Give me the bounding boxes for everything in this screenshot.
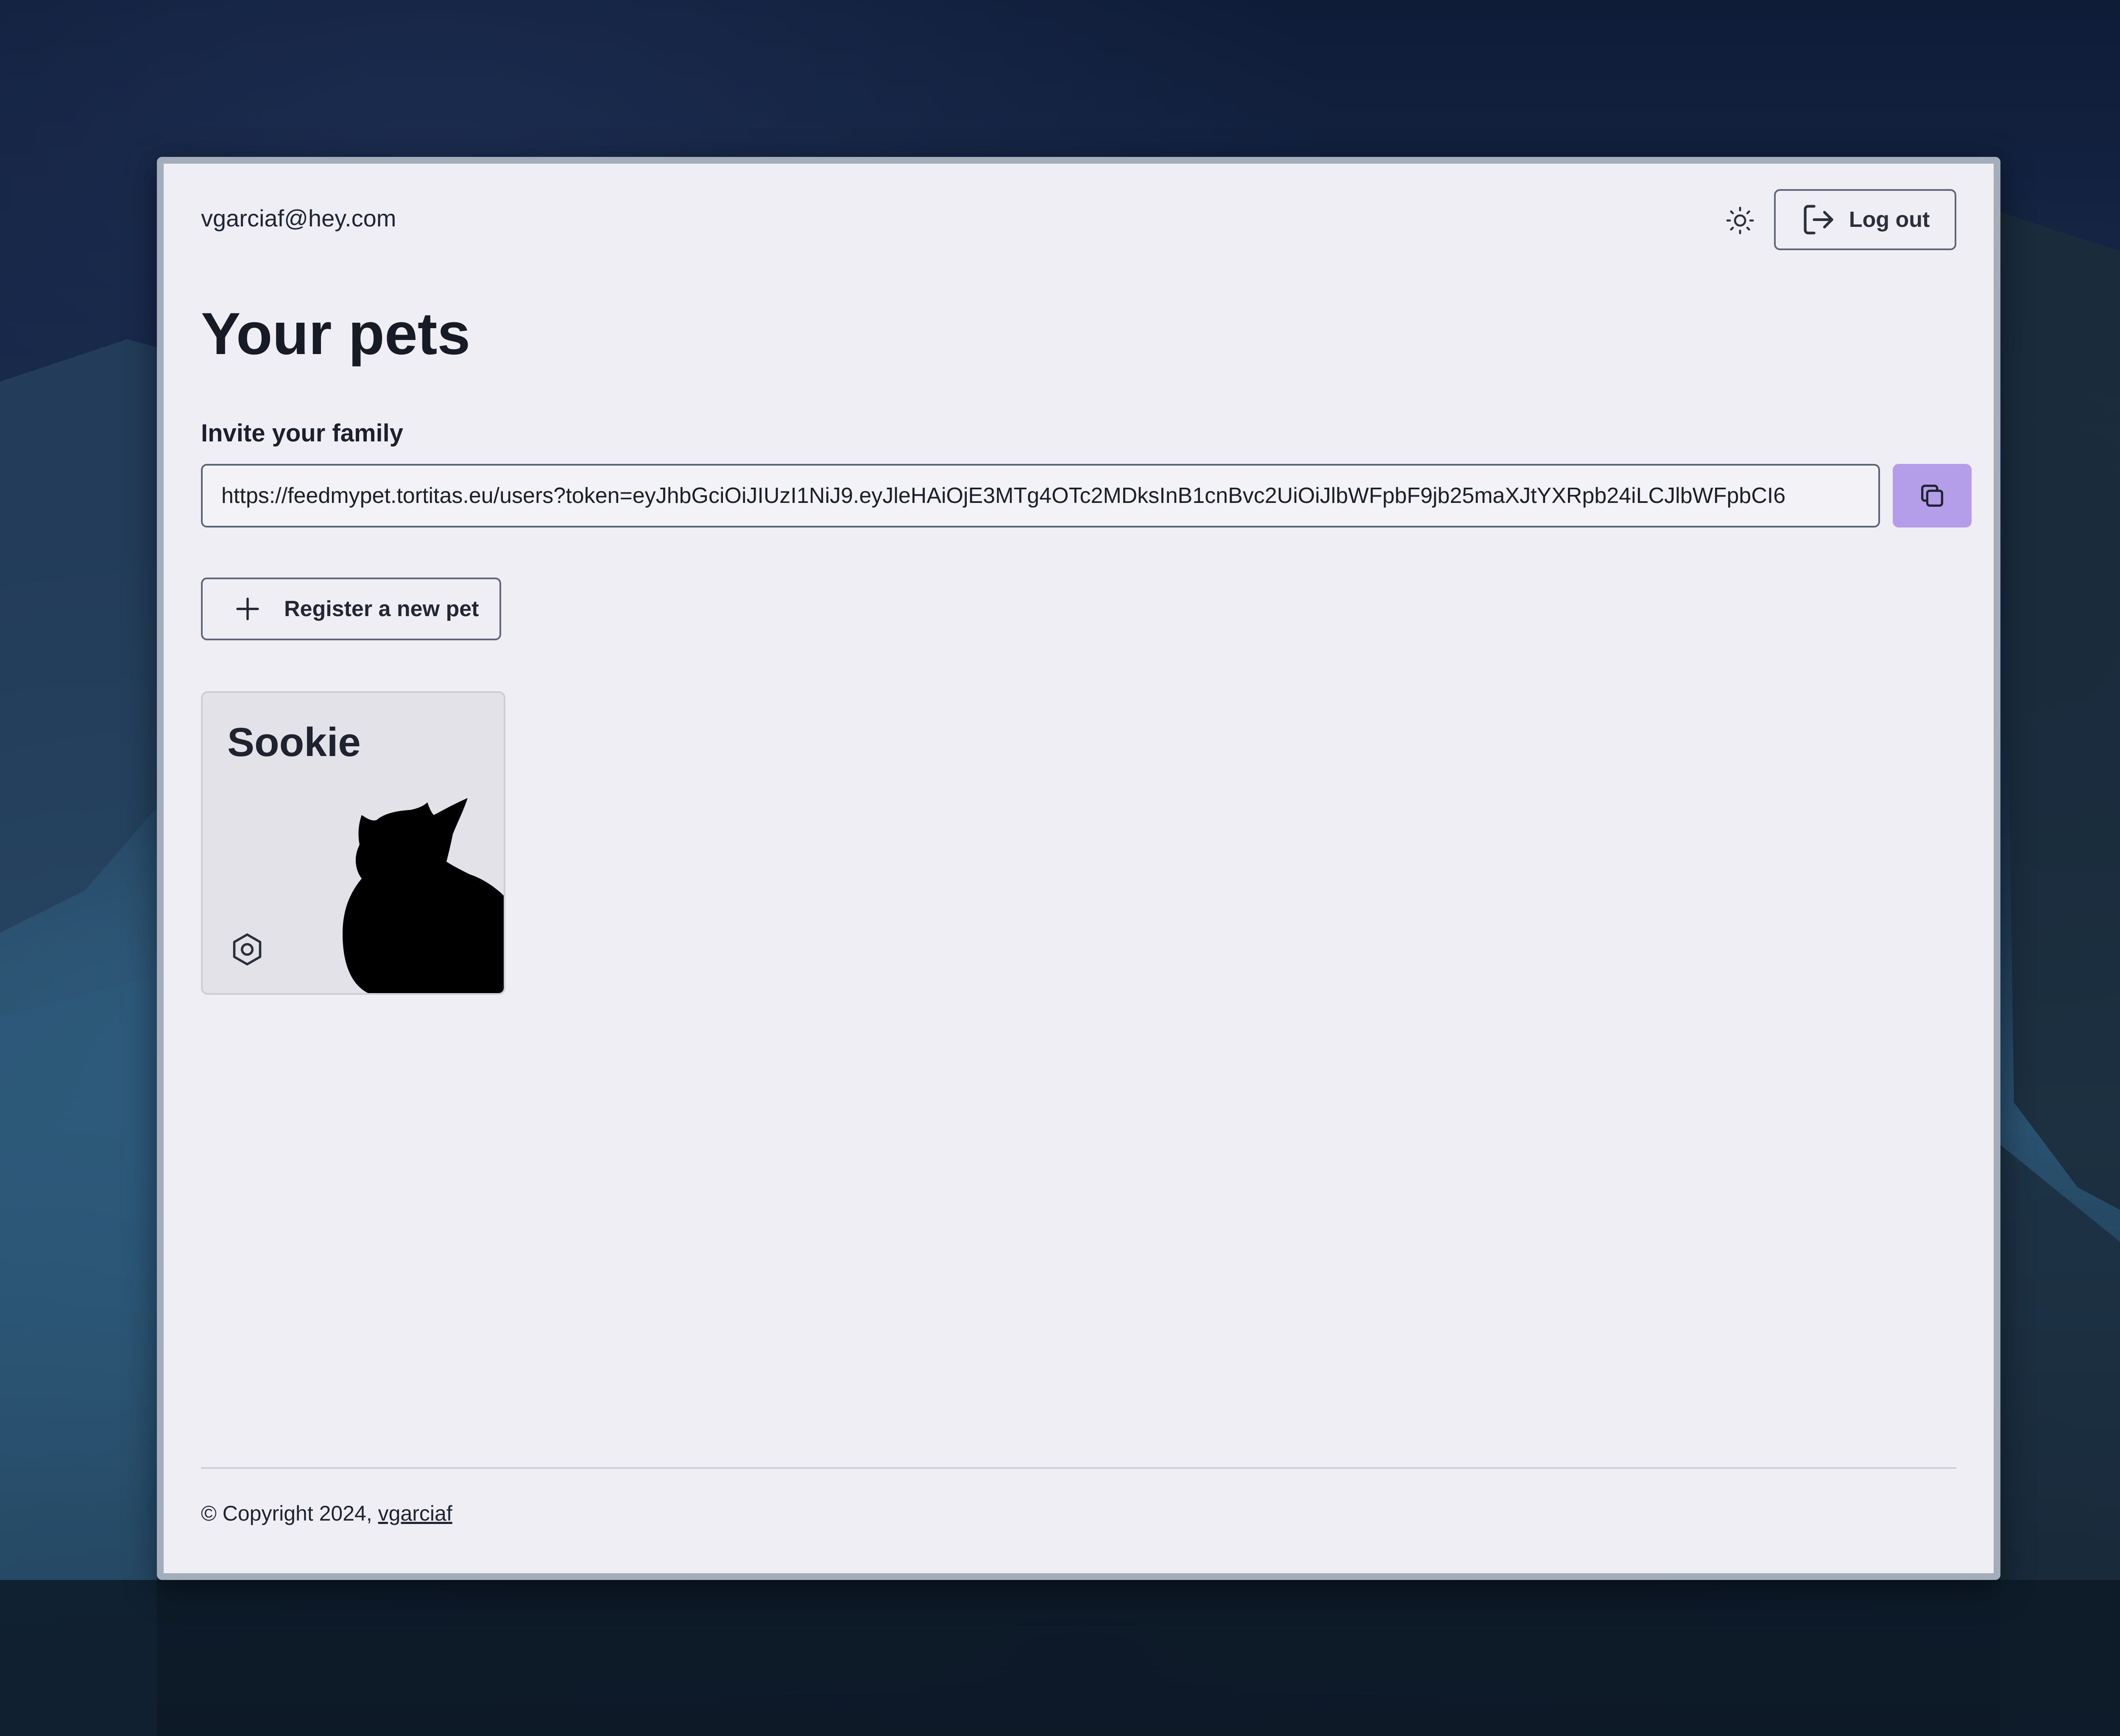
app-window: vgarciaf@hey.com Log out Your pets Invit… [157,157,2000,1580]
app-header: vgarciaf@hey.com Log out [201,189,1956,252]
copy-icon [1921,485,1943,507]
pet-name: Sookie [227,720,361,765]
invite-url-input[interactable] [201,464,1880,527]
pet-settings-button[interactable] [228,930,266,968]
copyright-text: © Copyright 2024, [201,1502,378,1525]
invite-label: Invite your family [201,419,404,447]
footer-divider [201,1467,1956,1469]
gear-icon [233,933,262,966]
register-pet-label: Register a new pet [284,597,479,621]
logout-label: Log out [1849,207,1930,232]
pet-image [343,798,504,993]
logout-button[interactable]: Log out [1774,189,1956,250]
user-email: vgarciaf@hey.com [201,205,396,232]
plus-icon [236,597,259,620]
copy-invite-button[interactable] [1893,464,1972,527]
author-link[interactable]: vgarciaf [378,1502,452,1525]
sun-icon [1726,207,1754,234]
footer-copyright: © Copyright 2024, vgarciaf [201,1501,452,1526]
register-pet-button[interactable]: Register a new pet [201,578,501,640]
theme-toggle-button[interactable] [1723,204,1757,237]
logout-icon [1804,205,1833,234]
pet-card[interactable]: Sookie [201,691,505,995]
page-title: Your pets [201,300,471,367]
